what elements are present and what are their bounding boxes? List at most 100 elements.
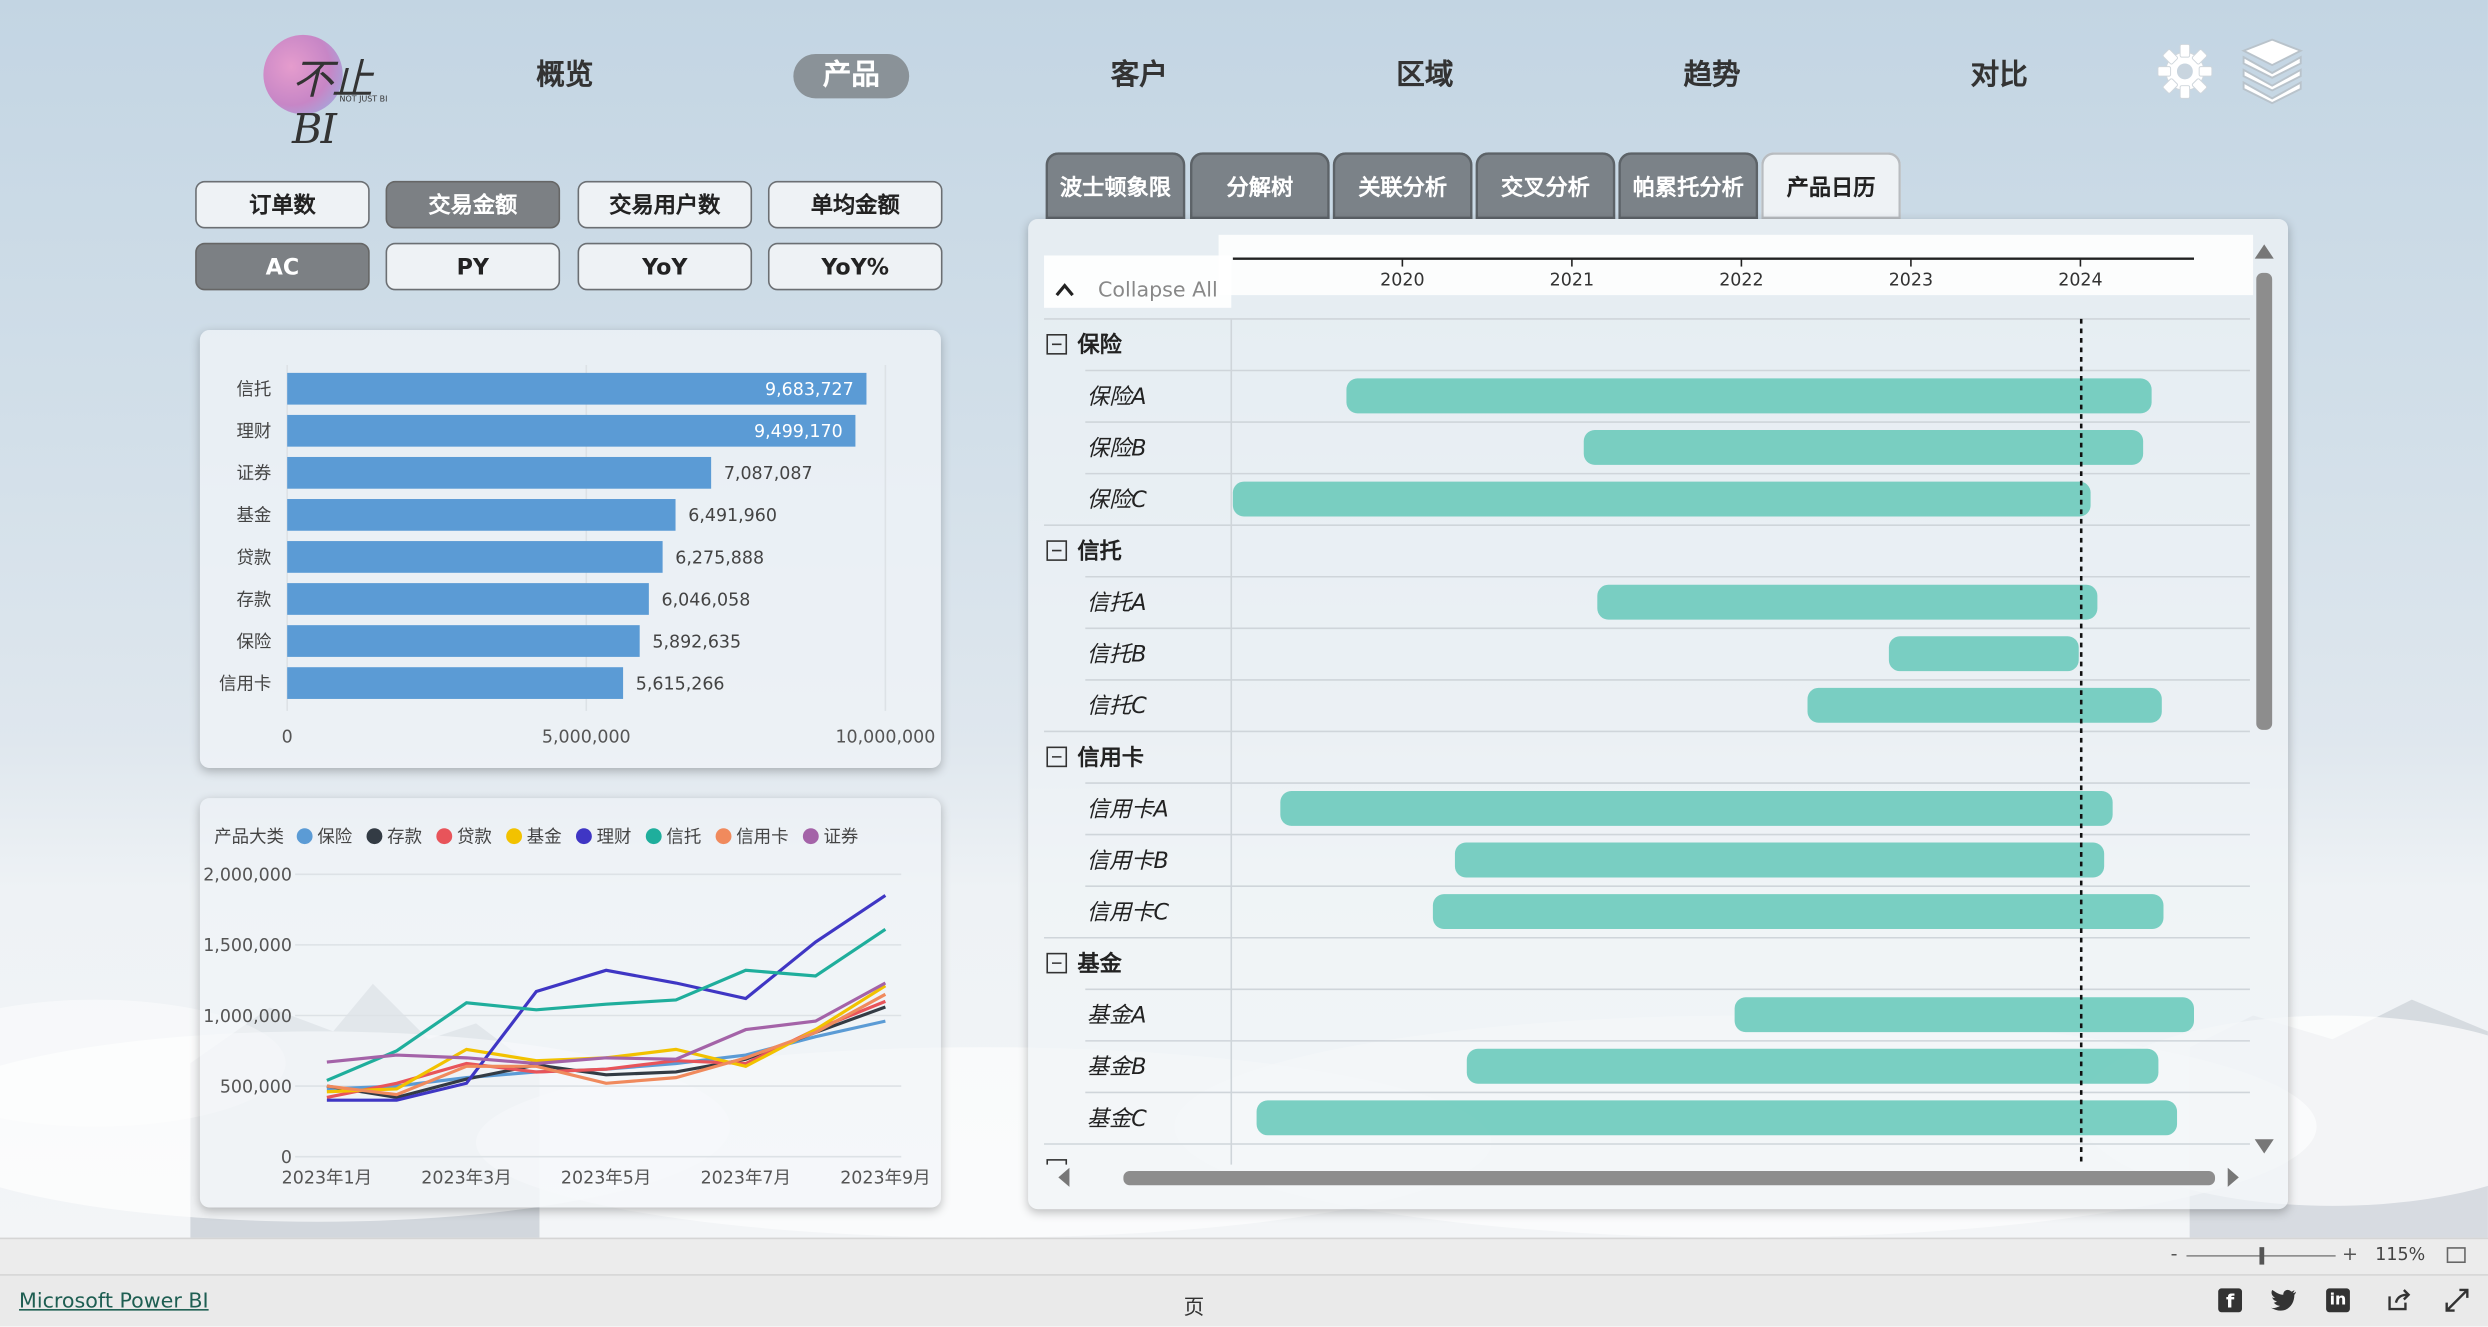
legend-marker: [506, 828, 523, 845]
tab-association[interactable]: 关联分析: [1332, 152, 1473, 219]
scroll-up-icon: [2254, 244, 2274, 259]
item-label: 基金B: [1087, 1054, 1147, 1080]
gantt-bar: [1583, 429, 2144, 465]
legend-label: 证券: [823, 828, 858, 848]
tab-boston-matrix[interactable]: 波士顿象限: [1045, 152, 1186, 219]
zoom-out-button[interactable]: -: [2171, 1242, 2178, 1264]
data-label: 5,615,266: [636, 674, 725, 694]
linkedin-icon[interactable]: in: [2326, 1288, 2350, 1313]
x-tick-label: 0: [282, 728, 293, 748]
x-tick-label: 2023年1月: [282, 1169, 372, 1189]
layers-icon[interactable]: [2237, 38, 2307, 105]
tab-pareto[interactable]: 帕累托分析: [1618, 152, 1759, 219]
zoom-in-button[interactable]: +: [2342, 1242, 2358, 1264]
metric-users-button[interactable]: 交易用户数: [577, 180, 753, 229]
twitter-icon[interactable]: [2270, 1288, 2298, 1312]
year-label: 2022: [1719, 271, 1763, 291]
gantt-bar: [1256, 1100, 2178, 1136]
y-tick-label: 1,500,000: [203, 936, 292, 956]
category-label: 保险: [236, 632, 271, 652]
y-tick-label: 1,000,000: [203, 1007, 292, 1027]
series-line-证券: [326, 981, 887, 1066]
item-label: 信托C: [1087, 693, 1147, 719]
nav-trend[interactable]: 趋势: [1664, 54, 1759, 98]
data-label: 6,491,960: [688, 506, 777, 526]
item-label: 保险C: [1087, 487, 1147, 513]
gear-icon[interactable]: [2155, 41, 2215, 101]
x-tick-label: 5,000,000: [542, 728, 631, 748]
legend-label: 理财: [597, 828, 632, 848]
bar: [287, 583, 649, 615]
category-label: 贷款: [236, 548, 271, 568]
bar: [287, 667, 624, 699]
compare-yoy-pct-button[interactable]: YoY%: [767, 242, 943, 291]
horizontal-scrollbar-thumb: [1123, 1170, 2216, 1186]
line-chart-panel: 产品大类 保险 存款 贷款 基金 理财 信托 信用卡 证券 0 500,000 1,000,000 1,…: [199, 798, 941, 1208]
share-icon[interactable]: [2386, 1288, 2411, 1312]
compare-ac-button[interactable]: AC: [195, 242, 370, 291]
bar: [287, 541, 663, 573]
gantt-bar: [1346, 378, 2152, 414]
tab-cross-analysis[interactable]: 交叉分析: [1475, 152, 1616, 219]
gantt-panel: 保险 保险A 保险B 保险C 信托 信托A 信托B 信托C 信用卡 信用卡A 信用卡B 信用卡C 基金基…: [1028, 218, 2289, 1210]
facebook-icon[interactable]: f: [2218, 1288, 2243, 1313]
nav-customer[interactable]: 客户: [1092, 54, 1187, 98]
gantt-bar: [1280, 790, 2113, 826]
data-label: 5,892,635: [652, 632, 741, 652]
gantt-bar: [1232, 481, 2091, 517]
zoom-bar: - + 115%: [0, 1237, 2488, 1275]
collapse-all-button: Collapse All: [1098, 278, 1218, 302]
gantt-bar: [1888, 636, 2079, 672]
powerbi-link[interactable]: Microsoft Power BI: [19, 1290, 209, 1314]
nav-compare[interactable]: 对比: [1952, 54, 2047, 98]
item-label: 保险B: [1087, 435, 1147, 461]
group-label: 信用卡: [1077, 744, 1144, 771]
year-label: 2024: [2058, 271, 2102, 291]
tab-product-calendar[interactable]: 产品日历: [1761, 152, 1901, 219]
category-label: 信用卡: [219, 674, 271, 694]
category-label: 理财: [236, 422, 271, 442]
gantt-body: 保险保险A 保险B 保险C 信托信托A 信托B 信托C 信用卡信用卡A 信用卡B 信用卡C 基金基…: [1044, 318, 2250, 1165]
data-label: 7,087,087: [724, 464, 813, 484]
zoom-slider-handle[interactable]: [2259, 1247, 2265, 1265]
category-label: 证券: [236, 464, 271, 484]
year-label: 2023: [1889, 271, 1933, 291]
report-canvas: 不止BI NOT JUST BI 概览 产品 客户 区域 趋势 对比 订单数 交…: [0, 0, 2488, 1327]
legend-marker: [366, 828, 383, 845]
item-label: 保险A: [1087, 384, 1147, 410]
fullscreen-icon[interactable]: [2445, 1288, 2469, 1312]
metric-avg-amount-button[interactable]: 单均金额: [767, 180, 943, 229]
data-label: 6,046,058: [662, 590, 751, 610]
group-label: 基金: [1077, 950, 1122, 977]
scroll-left-icon: [1058, 1167, 1070, 1187]
bar: [287, 456, 712, 489]
fit-page-icon[interactable]: [2446, 1247, 2466, 1264]
tab-decomposition-tree[interactable]: 分解树: [1190, 152, 1330, 219]
nav-product[interactable]: 产品: [793, 53, 910, 99]
y-tick-label: 500,000: [220, 1077, 292, 1097]
item-label: 基金A: [1087, 1003, 1147, 1029]
gantt-bar: [1466, 1048, 2159, 1084]
legend-marker: [575, 828, 592, 845]
item-label: 信用卡A: [1087, 796, 1169, 822]
x-tick-label: 2023年9月: [840, 1169, 930, 1189]
category-label: 存款: [236, 590, 271, 610]
nav-overview[interactable]: 概览: [517, 54, 612, 98]
compare-py-button[interactable]: PY: [385, 242, 561, 291]
logo-subtitle: NOT JUST BI: [339, 95, 388, 105]
nav-region[interactable]: 区域: [1377, 54, 1472, 98]
group-label: 保险: [1076, 331, 1122, 358]
legend-label: 保险: [317, 828, 352, 848]
y-tick-label: 2,000,000: [203, 866, 292, 886]
compare-yoy-button[interactable]: YoY: [577, 242, 753, 291]
logo: 不止BI NOT JUST BI: [263, 32, 406, 154]
metric-order-count-button[interactable]: 订单数: [195, 180, 370, 229]
legend-title: 产品大类: [214, 828, 284, 848]
legend-label: 信用卡: [736, 828, 788, 848]
item-label: 信用卡C: [1087, 899, 1170, 925]
x-tick-label: 10,000,000: [835, 728, 935, 748]
gantt-bar: [1734, 997, 2195, 1033]
metric-amount-button[interactable]: 交易金额: [385, 180, 561, 229]
legend-label: 存款: [387, 828, 422, 848]
legend-marker: [296, 828, 313, 845]
